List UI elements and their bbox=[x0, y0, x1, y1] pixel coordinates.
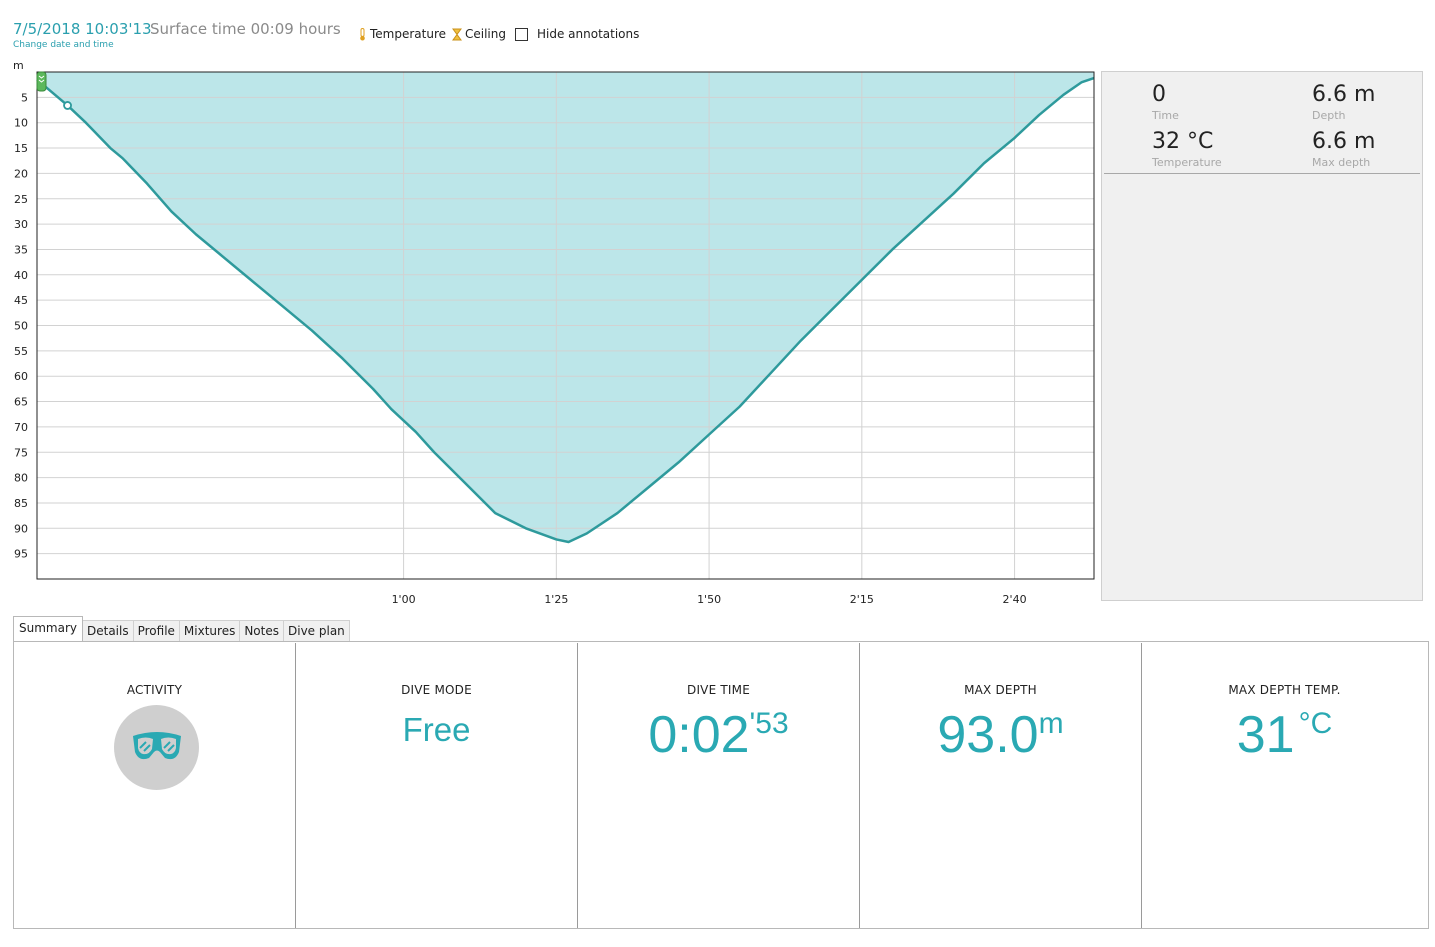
ceiling-toggle-label: Ceiling bbox=[465, 27, 506, 41]
dive-mask-icon bbox=[132, 731, 181, 759]
x-tick-label: 1'00 bbox=[392, 593, 416, 606]
y-axis-unit-label: m bbox=[13, 59, 24, 72]
dive-mode-title: DIVE MODE bbox=[401, 683, 472, 697]
activity-title: ACTIVITY bbox=[126, 683, 183, 697]
depth-value: 6.6 m bbox=[1312, 82, 1376, 107]
dive-mode-card: DIVE MODE Free bbox=[296, 643, 578, 928]
dive-time-card: DIVE TIME 0:02'53 bbox=[578, 643, 860, 928]
max-depth-temp-card: MAX DEPTH TEMP. 31 °C bbox=[1142, 643, 1427, 928]
dive-time-value-group: 0:02'53 bbox=[578, 705, 859, 765]
dive-time-value: 0:02 bbox=[648, 706, 750, 764]
temperature-label: Temperature bbox=[1152, 156, 1222, 169]
dive-profile-chart[interactable]: 5 10 15 20 25 30 35 40 45 50 55 60 65 70 75 80 85 90 95 1'0… bbox=[0, 55, 1100, 615]
y-tick-label: 90 bbox=[14, 522, 28, 535]
max-depth-temp-value: 31 bbox=[1236, 706, 1295, 764]
y-tick-label: 20 bbox=[14, 167, 28, 180]
temperature-toggle[interactable]: Temperature bbox=[358, 27, 446, 41]
y-tick-label: 10 bbox=[14, 117, 28, 130]
y-tick-label: 65 bbox=[14, 396, 28, 409]
tab-mixtures[interactable]: Mixtures bbox=[178, 620, 241, 641]
temperature-toggle-label: Temperature bbox=[370, 27, 447, 41]
activity-card: ACTIVITY bbox=[14, 643, 296, 928]
dive-mode-value: Free bbox=[402, 711, 471, 748]
max-depth-temp-unit: °C bbox=[1298, 707, 1333, 740]
depth-label: Depth bbox=[1312, 109, 1346, 122]
activity-badge bbox=[114, 705, 199, 790]
y-tick-label: 95 bbox=[14, 548, 28, 561]
tab-dive-plan[interactable]: Dive plan bbox=[283, 620, 350, 641]
hide-annotations-checkbox[interactable] bbox=[515, 27, 528, 41]
time-value: 0 bbox=[1152, 82, 1166, 107]
dive-time-title: DIVE TIME bbox=[687, 683, 750, 697]
y-tick-label: 75 bbox=[14, 446, 28, 459]
max-depth-unit: m bbox=[1038, 707, 1064, 740]
y-tick-label: 30 bbox=[14, 218, 28, 231]
y-tick-label: 40 bbox=[14, 269, 28, 282]
tab-summary[interactable]: Summary bbox=[13, 616, 83, 641]
y-tick-label: 80 bbox=[14, 472, 28, 485]
dive-date-time: 7/5/2018 10:03'13 bbox=[13, 20, 152, 38]
max-depth-temp-value-group: 31 °C bbox=[1142, 705, 1427, 765]
y-tick-label: 60 bbox=[14, 370, 28, 383]
time-label: Time bbox=[1152, 109, 1179, 122]
y-tick-label: 50 bbox=[14, 320, 28, 333]
y-tick-label: 25 bbox=[14, 193, 28, 206]
max-depth-temp-title: MAX DEPTH TEMP. bbox=[1228, 683, 1341, 697]
max-depth-label: Max depth bbox=[1312, 156, 1371, 169]
x-tick-label: 2'15 bbox=[850, 593, 874, 606]
y-tick-label: 5 bbox=[21, 91, 28, 104]
x-tick-label: 1'25 bbox=[544, 593, 568, 606]
max-depth-value: 93.0 bbox=[937, 706, 1039, 764]
hourglass-icon bbox=[452, 28, 462, 40]
ceiling-toggle[interactable]: Ceiling bbox=[452, 27, 506, 41]
selected-sample-marker[interactable] bbox=[63, 101, 72, 110]
y-tick-label: 70 bbox=[14, 421, 28, 434]
y-tick-label: 15 bbox=[14, 142, 28, 155]
max-depth-title: MAX DEPTH bbox=[964, 683, 1037, 697]
info-divider bbox=[1104, 173, 1420, 174]
tab-details[interactable]: Details bbox=[82, 620, 134, 641]
change-date-link[interactable]: Change date and time bbox=[13, 40, 114, 50]
y-tick-label: 35 bbox=[14, 243, 28, 256]
x-tick-label: 2'40 bbox=[1003, 593, 1027, 606]
hide-annotations-label: Hide annotations bbox=[537, 27, 640, 41]
tab-bar: Summary Details Profile Mixtures Notes D… bbox=[13, 616, 350, 641]
y-tick-label: 55 bbox=[14, 345, 28, 358]
thermometer-icon bbox=[360, 27, 365, 40]
y-tick-label: 85 bbox=[14, 497, 28, 510]
max-depth-value-group: 93.0m bbox=[860, 705, 1141, 765]
temperature-value: 32 °C bbox=[1152, 129, 1214, 154]
max-depth-card: MAX DEPTH 93.0m bbox=[860, 643, 1142, 928]
x-tick-label: 1'50 bbox=[697, 593, 721, 606]
surface-time: Surface time 00:09 hours bbox=[150, 20, 341, 38]
hide-annotations-toggle[interactable]: Hide annotations bbox=[515, 27, 639, 41]
y-tick-label: 45 bbox=[14, 294, 28, 307]
dive-time-seconds: '53 bbox=[749, 707, 789, 740]
summary-panel: ACTIVITY DIVE MODE Free DIVE TIME 0:02'5… bbox=[13, 641, 1429, 929]
tab-profile[interactable]: Profile bbox=[132, 620, 180, 641]
tab-notes[interactable]: Notes bbox=[239, 620, 284, 641]
max-depth-value: 6.6 m bbox=[1312, 129, 1376, 154]
sample-info-panel: 0 Time 6.6 m Depth 32 °C Temperature 6.6… bbox=[1101, 71, 1423, 601]
